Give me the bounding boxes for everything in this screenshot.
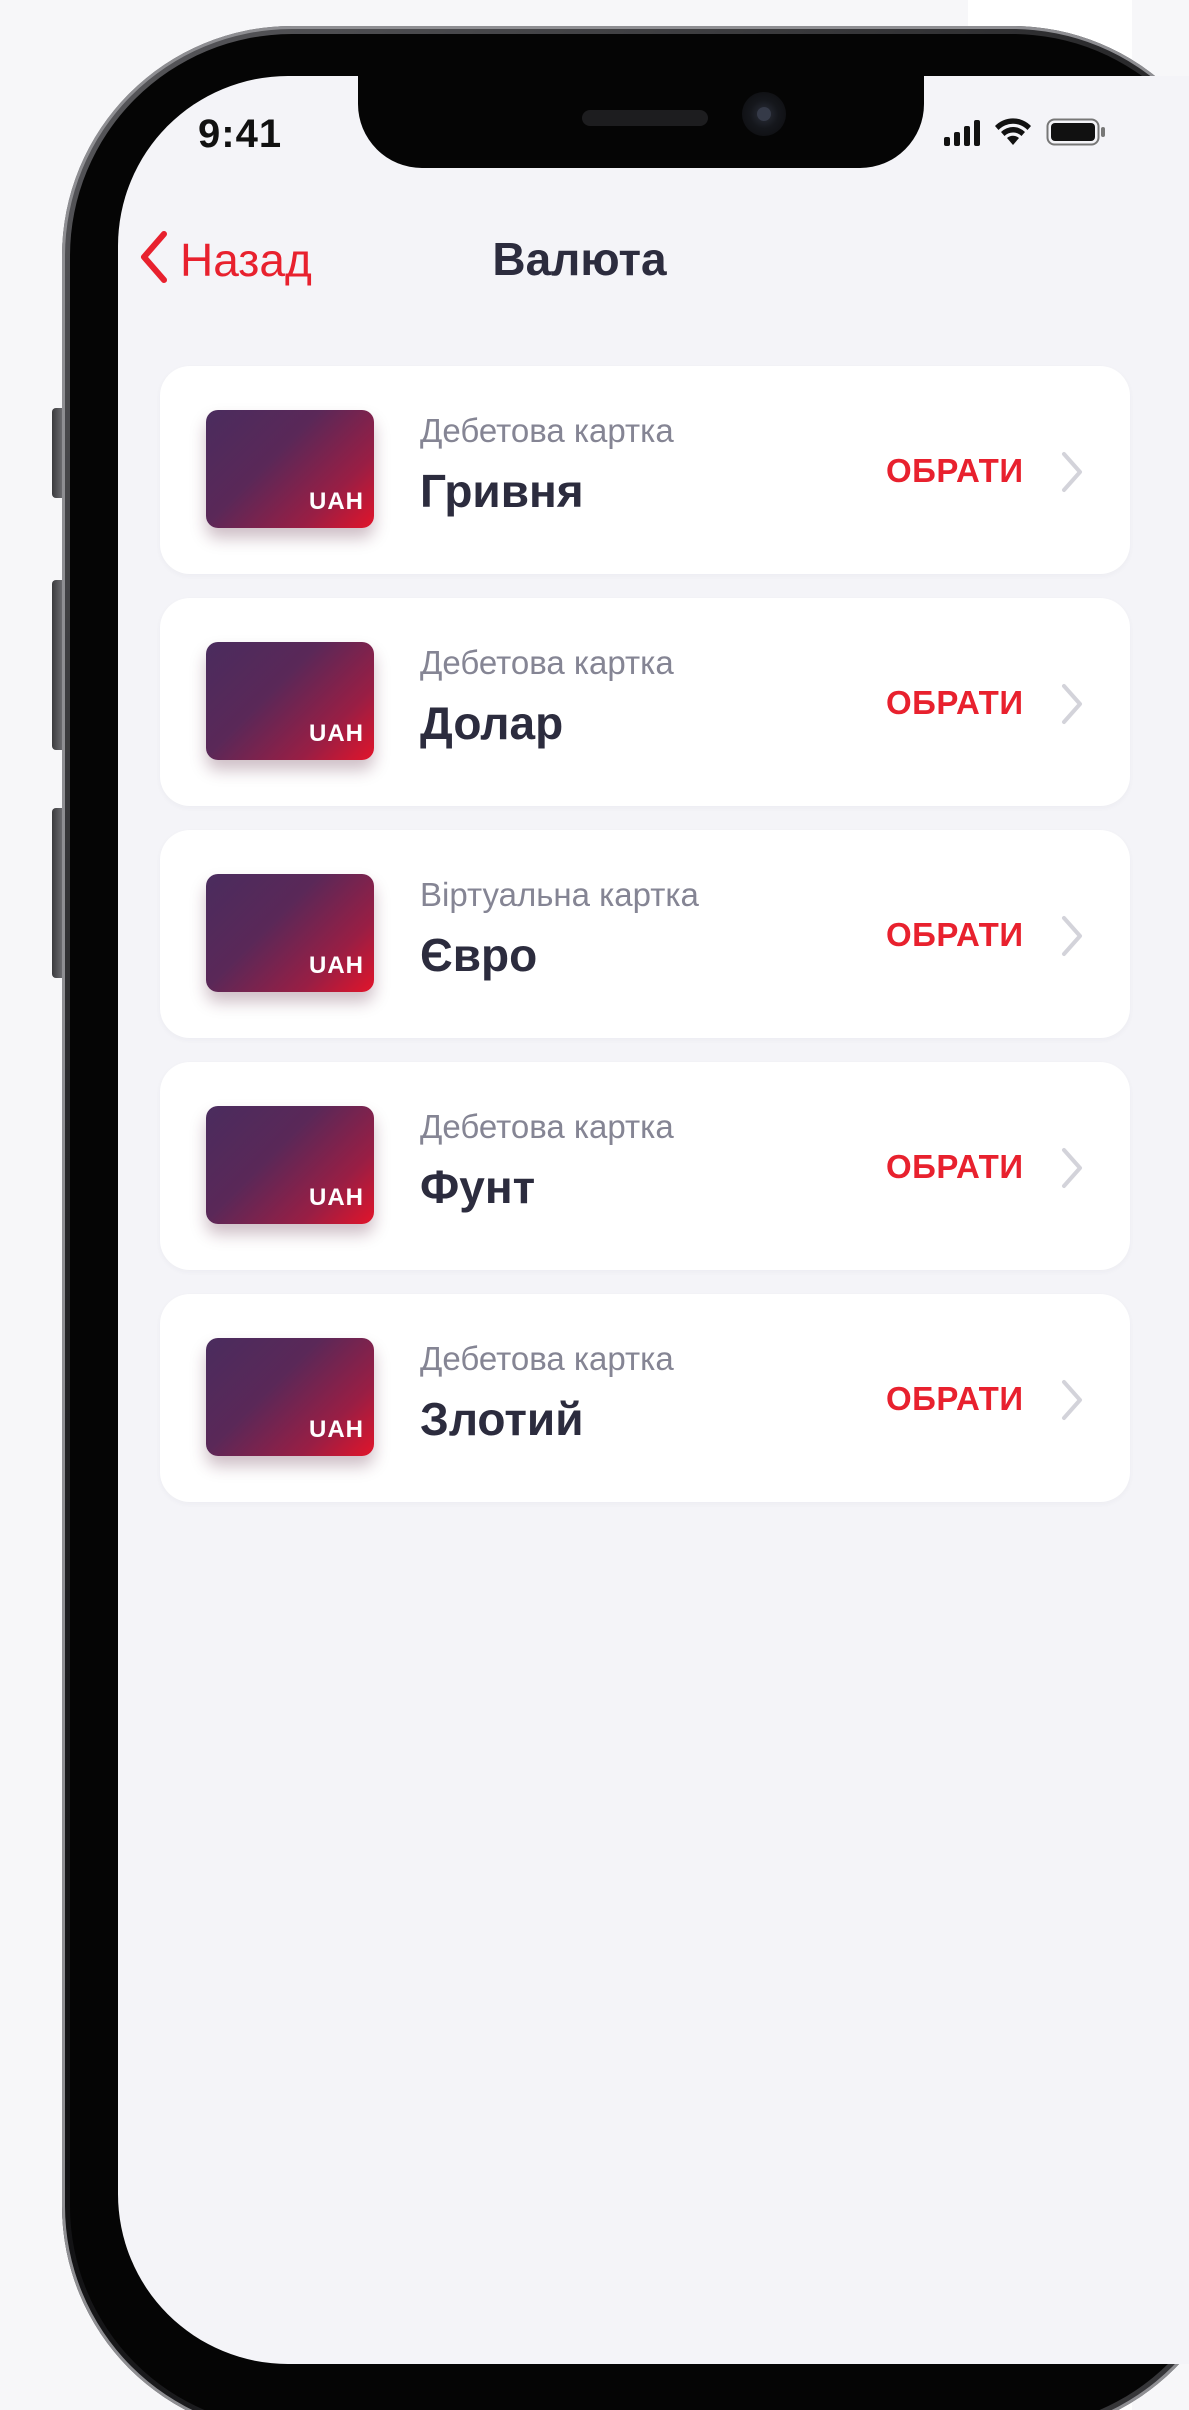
chevron-right-icon[interactable]: [1060, 1146, 1084, 1195]
chevron-right-icon[interactable]: [1060, 914, 1084, 963]
status-icons: [944, 118, 1106, 146]
select-button[interactable]: ОБРАТИ: [886, 916, 1024, 954]
chevron-right-icon[interactable]: [1060, 682, 1084, 731]
card-image: UAH: [206, 1338, 374, 1456]
currency-row-usd[interactable]: UAH Дебетова картка Долар ОБРАТИ: [160, 598, 1130, 806]
currency-name: Фунт: [420, 1161, 536, 1213]
currency-row-gbp[interactable]: UAH Дебетова картка Фунт ОБРАТИ: [160, 1062, 1130, 1270]
wifi-icon: [994, 118, 1032, 146]
currency-row-pln[interactable]: UAH Дебетова картка Злотий ОБРАТИ: [160, 1294, 1130, 1502]
front-camera-icon: [742, 92, 786, 136]
phone-screen: 9:41 Назад Валюта UAH Дебетова картка Гр…: [118, 76, 1189, 2364]
page-title: Валюта: [492, 233, 667, 285]
volume-down-button: [52, 808, 62, 978]
chevron-right-icon[interactable]: [1060, 1378, 1084, 1427]
camera-lens: [757, 107, 771, 121]
card-type-label: Дебетова картка: [420, 1340, 674, 1377]
card-currency-label: UAH: [309, 1184, 364, 1211]
currency-row-eur[interactable]: UAH Віртуальна картка Євро ОБРАТИ: [160, 830, 1130, 1038]
currency-row-uah[interactable]: UAH Дебетова картка Гривня ОБРАТИ: [160, 366, 1130, 574]
card-image: UAH: [206, 874, 374, 992]
status-time: 9:41: [198, 112, 283, 156]
card-type-label: Дебетова картка: [420, 1108, 674, 1145]
card-currency-label: UAH: [309, 952, 364, 979]
card-currency-label: UAH: [309, 720, 364, 747]
currency-name: Злотий: [420, 1393, 584, 1445]
select-button[interactable]: ОБРАТИ: [886, 452, 1024, 490]
card-currency-label: UAH: [309, 1416, 364, 1443]
card-image: UAH: [206, 1106, 374, 1224]
select-button[interactable]: ОБРАТИ: [886, 1148, 1024, 1186]
select-button[interactable]: ОБРАТИ: [886, 1380, 1024, 1418]
select-button[interactable]: ОБРАТИ: [886, 684, 1024, 722]
signal-icon: [944, 120, 980, 146]
card-image: UAH: [206, 410, 374, 528]
currency-name: Долар: [420, 697, 564, 749]
speaker-grill: [582, 110, 708, 126]
card-type-label: Дебетова картка: [420, 412, 674, 449]
chevron-right-icon[interactable]: [1060, 450, 1084, 499]
card-type-label: Дебетова картка: [420, 644, 674, 681]
currency-list: UAH Дебетова картка Гривня ОБРАТИ UAH Де…: [160, 366, 1130, 1502]
card-type-label: Віртуальна картка: [420, 876, 699, 913]
card-image: UAH: [206, 642, 374, 760]
volume-up-button: [52, 580, 62, 750]
currency-name: Гривня: [420, 465, 584, 517]
silent-switch: [52, 408, 62, 498]
battery-icon: [1046, 118, 1106, 146]
card-currency-label: UAH: [309, 488, 364, 515]
notch: [358, 76, 924, 168]
page-canvas: 9:41 Назад Валюта UAH Дебетова картка Гр…: [0, 0, 1189, 2410]
currency-name: Євро: [420, 929, 538, 981]
